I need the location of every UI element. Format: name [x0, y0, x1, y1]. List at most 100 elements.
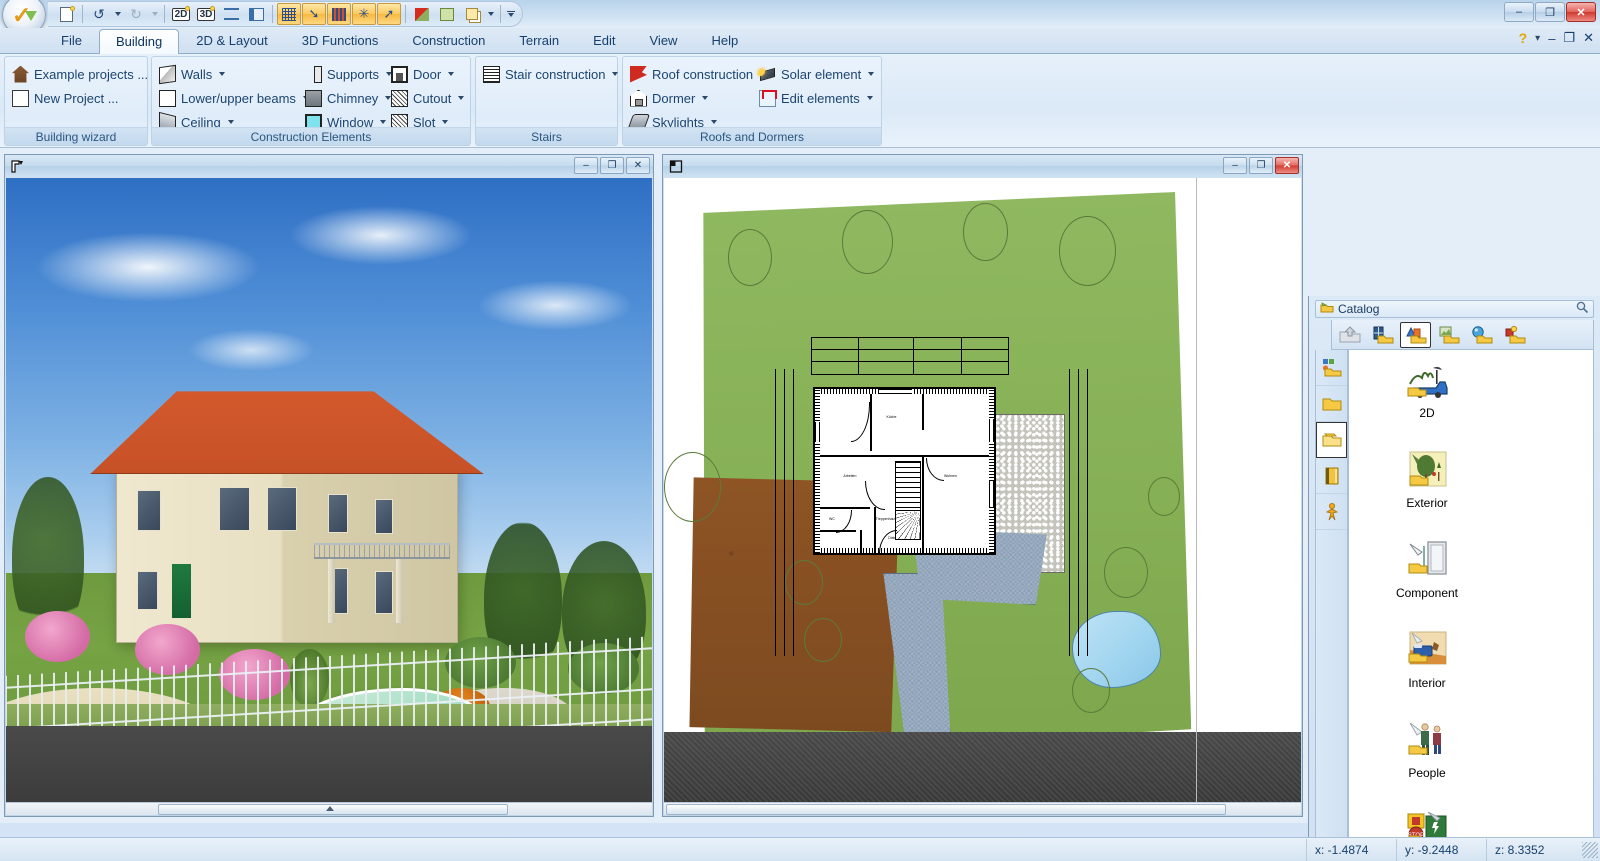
chevron-down-icon[interactable]: [867, 96, 873, 100]
select-arrow-icon[interactable]: ➚: [377, 3, 401, 25]
ribbon-item-door[interactable]: Door: [388, 63, 457, 85]
chevron-down-icon[interactable]: [612, 72, 618, 76]
roof-plan-tool-icon[interactable]: [435, 3, 459, 25]
catalog-entry-interior[interactable]: Interior: [1357, 628, 1497, 690]
customize-qat-icon[interactable]: [505, 3, 516, 25]
dimension-group-left: [772, 369, 797, 656]
chevron-down-icon[interactable]: [219, 72, 225, 76]
window-close-button[interactable]: ✕: [1566, 2, 1596, 22]
viewport-2d-close-button[interactable]: ✕: [1275, 157, 1299, 174]
ribbon-item-stair-construction[interactable]: Stair construction: [480, 63, 621, 85]
copy-dropdown-icon[interactable]: [485, 3, 496, 25]
redo-icon[interactable]: ↻: [124, 3, 148, 25]
catalog-entry-people[interactable]: People: [1357, 718, 1497, 780]
house-floorplan[interactable]: WC Küche Arbeiten Wohnen Treppenhaus Die…: [814, 388, 996, 554]
tab-construction[interactable]: Construction: [395, 28, 502, 53]
catalog-entry-list[interactable]: 2D: [1348, 350, 1594, 861]
window-minimize-button[interactable]: –: [1504, 2, 1534, 22]
viewport-2d-hscrollbar[interactable]: [664, 802, 1301, 815]
ribbon-item-walls[interactable]: Walls: [156, 63, 228, 85]
copy-tool-icon[interactable]: [460, 3, 484, 25]
ribbon-item-chimney[interactable]: Chimney: [302, 87, 394, 109]
viewport-3d-close-button[interactable]: ✕: [626, 157, 650, 174]
help-dropdown-icon[interactable]: ▾: [1535, 33, 1540, 44]
redo-dropdown-icon[interactable]: [149, 3, 160, 25]
window-maximize-button[interactable]: ❐: [1535, 2, 1565, 22]
grid-toggle-icon[interactable]: [277, 3, 301, 25]
ribbon-item-edit-elements[interactable]: Edit elements: [756, 87, 876, 109]
viewport-2d-titlebar[interactable]: – ❐ ✕: [663, 155, 1302, 177]
reference-point-icon[interactable]: ✳: [352, 3, 376, 25]
viewport-3d-canvas[interactable]: [6, 178, 652, 815]
catalog-lights-icon[interactable]: [1499, 322, 1530, 348]
chevron-down-icon[interactable]: [228, 120, 234, 124]
ribbon-item-lower-upper-beams[interactable]: Lower/upper beams: [156, 87, 312, 109]
catalog-textures-icon[interactable]: [1433, 322, 1464, 348]
tree-symbol-2d: [1059, 216, 1116, 286]
ribbon-minimize-button[interactable]: –: [1548, 31, 1555, 46]
chevron-down-icon[interactable]: [711, 120, 717, 124]
catalog-interior-folder-icon: [1404, 628, 1450, 674]
chevron-down-icon[interactable]: [702, 96, 708, 100]
layers-icon[interactable]: [327, 3, 351, 25]
search-icon[interactable]: [1576, 301, 1589, 317]
catalog-materials-icon[interactable]: [1466, 322, 1497, 348]
snap-cursor-icon[interactable]: ➘: [302, 3, 326, 25]
viewport-3d-minimize-button[interactable]: –: [574, 157, 598, 174]
viewport-3d-hscrollbar[interactable]: [6, 802, 652, 815]
catalog-sidebar: [1315, 350, 1348, 861]
viewport-3d-titlebar[interactable]: – ❐ ✕: [5, 155, 653, 177]
tab-file[interactable]: File: [44, 28, 99, 53]
ribbon-restore-button[interactable]: ❐: [1563, 30, 1575, 46]
chevron-down-icon[interactable]: [868, 72, 874, 76]
chevron-down-icon[interactable]: [442, 120, 448, 124]
viewport-2d-hscroll-thumb[interactable]: [666, 804, 1226, 815]
viewport-2d-canvas[interactable]: WC Küche Arbeiten Wohnen Treppenhaus Die…: [664, 178, 1301, 815]
ribbon-item-cutout[interactable]: Cutout: [388, 87, 467, 109]
split-horizontal-icon[interactable]: [219, 3, 243, 25]
catalog-side-people-icon[interactable]: [1316, 494, 1347, 530]
new-document-icon[interactable]: [54, 3, 78, 25]
tab-building[interactable]: Building: [99, 29, 179, 54]
ribbon-item-supports[interactable]: Supports: [302, 63, 395, 85]
ribbon-item-dormer[interactable]: Dormer: [627, 87, 711, 109]
viewport-2d-maximize-button[interactable]: ❐: [1249, 157, 1273, 174]
tab-help[interactable]: Help: [694, 28, 755, 53]
catalog-up-icon[interactable]: [1334, 322, 1365, 348]
split-vertical-icon[interactable]: [244, 3, 268, 25]
ribbon-item-example-projects[interactable]: Example projects ...: [9, 63, 151, 85]
catalog-entry-exterior[interactable]: Exterior: [1357, 448, 1497, 510]
chevron-down-icon[interactable]: [448, 72, 454, 76]
roof-icon: [630, 66, 647, 83]
ribbon-item-roof-construction[interactable]: Roof construction: [627, 63, 769, 85]
catalog-side-colors-icon[interactable]: [1316, 350, 1347, 386]
tab-3d-functions[interactable]: 3D Functions: [285, 28, 396, 53]
catalog-objects-icon[interactable]: [1400, 322, 1431, 348]
viewport-2d-minimize-button[interactable]: –: [1223, 157, 1247, 174]
viewport-3d-maximize-button[interactable]: ❐: [600, 157, 624, 174]
window-resize-grip[interactable]: [1582, 842, 1598, 858]
catalog-entry-component[interactable]: Component: [1357, 538, 1497, 600]
tab-edit[interactable]: Edit: [576, 28, 632, 53]
chevron-down-icon[interactable]: [380, 120, 386, 124]
catalog-entry-2d[interactable]: 2D: [1357, 358, 1497, 420]
tab-2d-layout[interactable]: 2D & Layout: [179, 28, 285, 53]
undo-dropdown-icon[interactable]: [112, 3, 123, 25]
view-2d-icon[interactable]: 2D: [169, 3, 193, 25]
catalog-side-folder-icon[interactable]: [1316, 386, 1347, 422]
tab-view[interactable]: View: [633, 28, 695, 53]
viewport-3d-scroll-caret-icon[interactable]: [326, 806, 334, 811]
tab-terrain[interactable]: Terrain: [502, 28, 576, 53]
catalog-side-book-icon[interactable]: [1316, 458, 1347, 494]
ribbon-close-button[interactable]: ✕: [1583, 30, 1594, 46]
ribbon-item-new-project[interactable]: New Project ...: [9, 87, 122, 109]
undo-icon[interactable]: ↺: [87, 3, 111, 25]
roof-tool-icon[interactable]: [410, 3, 434, 25]
ribbon-item-solar-element[interactable]: Solar element: [756, 63, 877, 85]
flower-bush: [25, 611, 90, 662]
help-icon[interactable]: ?: [1519, 30, 1528, 46]
catalog-side-objects-icon[interactable]: [1316, 422, 1347, 458]
chevron-down-icon[interactable]: [458, 96, 464, 100]
catalog-doors-windows-icon[interactable]: [1367, 322, 1398, 348]
view-3d-icon[interactable]: 3D: [194, 3, 218, 25]
